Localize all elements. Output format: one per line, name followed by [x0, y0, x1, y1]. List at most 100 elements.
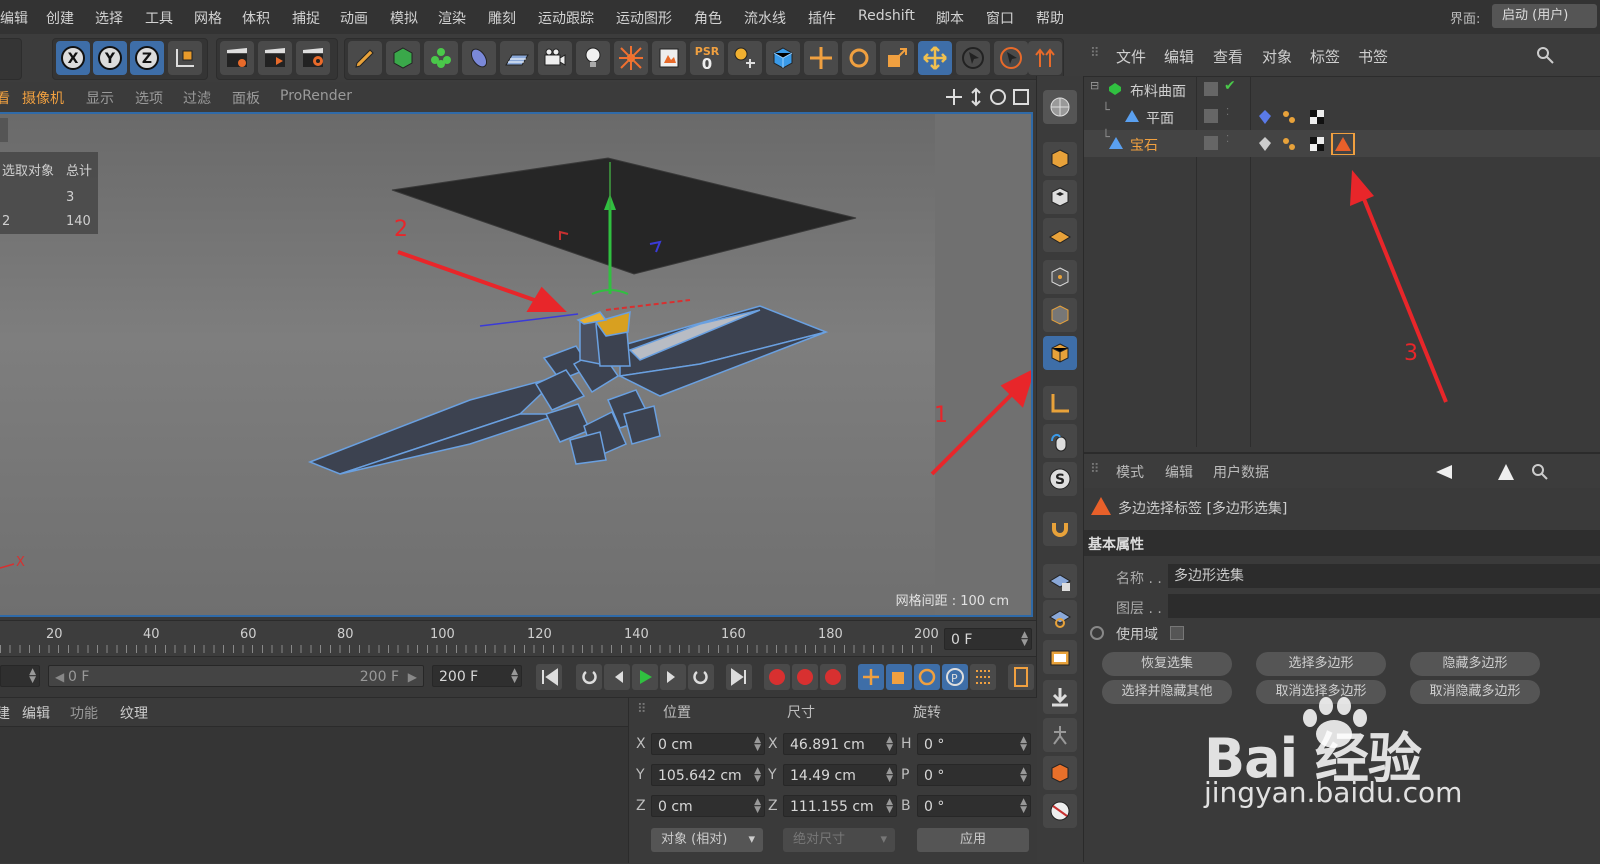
- picture-viewer-button[interactable]: [652, 41, 686, 75]
- selection-button[interactable]: [994, 41, 1028, 75]
- grid-lock-button[interactable]: [1043, 564, 1077, 598]
- menu-sculpt[interactable]: 雕刻: [488, 8, 516, 28]
- use-field-checkbox[interactable]: [1170, 626, 1184, 640]
- polygons-mode-button[interactable]: [1043, 336, 1077, 370]
- gizmo-z-axis[interactable]: [479, 313, 579, 327]
- scale-tool-button[interactable]: [880, 41, 914, 75]
- use-field-radio[interactable]: [1090, 626, 1104, 640]
- deformer-button[interactable]: [462, 41, 496, 75]
- viewport-solo-button[interactable]: [1043, 640, 1077, 674]
- object-row-plane[interactable]: └ 平面 ⁚: [1084, 103, 1600, 130]
- 3d-viewport[interactable]: 选取对象 总计 3 2 140 X 2 1 网格间距: 100 cm: [0, 112, 1033, 617]
- visibility-dots-icon[interactable]: ⁚: [1226, 107, 1229, 118]
- viewport-menu-display[interactable]: 显示: [86, 88, 114, 108]
- select-polygons-button[interactable]: 选择多边形: [1256, 652, 1386, 676]
- workplane-align-button[interactable]: [1043, 600, 1077, 634]
- psr-button[interactable]: PSR 0: [690, 41, 724, 75]
- x-axis-lock-button[interactable]: X: [56, 41, 90, 75]
- rotation-h-field[interactable]: 0 ° ▲ ▼: [917, 733, 1031, 755]
- am-nav-icons[interactable]: [1436, 462, 1586, 482]
- position-x-field[interactable]: 0 cm ▲ ▼: [651, 733, 765, 755]
- om-menu-tags[interactable]: 标签: [1310, 46, 1340, 67]
- menu-pipeline[interactable]: 流水线: [744, 8, 786, 28]
- workplane-mode-button[interactable]: [1043, 218, 1077, 252]
- size-mode-select[interactable]: 绝对尺寸 ▾: [783, 828, 895, 852]
- menu-snap[interactable]: 捕捉: [292, 8, 320, 28]
- panel-grip-icon[interactable]: ⠿: [637, 702, 647, 717]
- menu-help[interactable]: 帮助: [1036, 8, 1064, 28]
- am-menu-mode[interactable]: 模式: [1116, 462, 1144, 482]
- cube-button[interactable]: [766, 41, 800, 75]
- menu-character[interactable]: 角色: [694, 8, 722, 28]
- select-and-hide-others-button[interactable]: 选择并隐藏其他: [1102, 680, 1232, 704]
- am-menu-edit[interactable]: 编辑: [1165, 462, 1193, 482]
- playback-controls[interactable]: P: [536, 663, 1036, 691]
- menu-volume[interactable]: 体积: [242, 8, 270, 28]
- menu-window[interactable]: 窗口: [986, 8, 1014, 28]
- section-header[interactable]: 基本属性: [1084, 530, 1600, 556]
- restore-selection-button[interactable]: 恢复选集: [1102, 652, 1232, 676]
- viewport-menu-prorender[interactable]: ProRender: [280, 88, 352, 104]
- om-menu-bookmarks[interactable]: 书签: [1358, 46, 1388, 67]
- menu-tools[interactable]: 工具: [145, 8, 173, 28]
- viewport-menu-filter[interactable]: 过滤: [183, 88, 211, 108]
- import-button[interactable]: [1043, 680, 1077, 714]
- viewport-menu-options[interactable]: 选项: [135, 88, 163, 108]
- panel-grip-icon[interactable]: ⠿: [1090, 462, 1100, 477]
- layout-select[interactable]: 启动 (用户): [1492, 4, 1597, 28]
- position-z-field[interactable]: 0 cm ▲ ▼: [651, 795, 765, 817]
- camera-button[interactable]: [538, 41, 572, 75]
- size-z-field[interactable]: 111.155 cm ▲ ▼: [783, 795, 897, 817]
- layer-swatch[interactable]: [1204, 136, 1218, 150]
- gem-tags[interactable]: [1256, 133, 1360, 155]
- position-y-field[interactable]: 105.642 cm ▲ ▼: [651, 764, 765, 786]
- visibility-dots-icon[interactable]: ⁚: [1226, 134, 1229, 145]
- menu-simulate[interactable]: 模拟: [390, 8, 418, 28]
- export-box-button[interactable]: [1043, 756, 1077, 790]
- frame-range-slider[interactable]: ◀ 0 F 200 F ▶: [48, 665, 424, 687]
- gizmo-x-axis[interactable]: [605, 299, 691, 311]
- viewport-menu-camera[interactable]: 摄像机: [22, 88, 64, 108]
- cloth-plane[interactable]: [391, 157, 857, 275]
- size-x-field[interactable]: 46.891 cm ▲ ▼: [783, 733, 897, 755]
- model-mode-button[interactable]: [1043, 142, 1077, 176]
- panel-grip-icon[interactable]: ⠿: [1090, 46, 1100, 61]
- edges-mode-button[interactable]: [1043, 298, 1077, 332]
- snap-button[interactable]: S: [1043, 462, 1077, 496]
- om-menu-file[interactable]: 文件: [1116, 46, 1146, 67]
- menu-script[interactable]: 脚本: [936, 8, 964, 28]
- material-menu-function[interactable]: 功能: [70, 703, 98, 723]
- move-tool-button[interactable]: [804, 41, 838, 75]
- hide-polygons-button[interactable]: 隐藏多边形: [1410, 652, 1540, 676]
- apply-button[interactable]: 应用: [917, 828, 1029, 852]
- gem-object[interactable]: [307, 305, 829, 475]
- enabled-check-icon[interactable]: ✔: [1224, 78, 1236, 94]
- menu-render[interactable]: 渲染: [438, 8, 466, 28]
- om-menu-view[interactable]: 查看: [1213, 46, 1243, 67]
- om-menu-objects[interactable]: 对象: [1262, 46, 1292, 67]
- ball-button[interactable]: [1043, 794, 1077, 828]
- axis-mode-button[interactable]: [1043, 386, 1077, 420]
- make-editable-button[interactable]: [1043, 90, 1077, 124]
- material-menu-fragment[interactable]: 建: [0, 703, 10, 723]
- material-menu-texture[interactable]: 纹理: [120, 703, 148, 723]
- rotation-b-field[interactable]: 0 ° ▲ ▼: [917, 795, 1031, 817]
- layer-swatch[interactable]: [1204, 82, 1218, 96]
- menu-select[interactable]: 选择: [95, 8, 123, 28]
- spot-light-button[interactable]: [614, 41, 648, 75]
- y-axis-lock-button[interactable]: Y: [93, 41, 127, 75]
- menu-motion-tracking[interactable]: 运动跟踪: [538, 8, 594, 28]
- scene-canvas[interactable]: X 2 1: [0, 114, 1031, 617]
- om-menu-edit[interactable]: 编辑: [1164, 46, 1194, 67]
- symmetry-button[interactable]: [1028, 41, 1062, 75]
- live-move-button[interactable]: [918, 41, 952, 75]
- menu-create[interactable]: 创建: [46, 8, 74, 28]
- search-icon[interactable]: [1536, 46, 1554, 64]
- am-menu-user-data[interactable]: 用户数据: [1213, 462, 1269, 482]
- z-axis-lock-button[interactable]: Z: [130, 41, 164, 75]
- coordinate-swap-button[interactable]: [728, 41, 762, 75]
- generator-button[interactable]: [386, 41, 420, 75]
- object-row-gem[interactable]: └ 宝石 ⁚: [1084, 130, 1600, 157]
- pen-tool-button[interactable]: [348, 41, 382, 75]
- unhide-polygons-button[interactable]: 取消隐藏多边形: [1410, 680, 1540, 704]
